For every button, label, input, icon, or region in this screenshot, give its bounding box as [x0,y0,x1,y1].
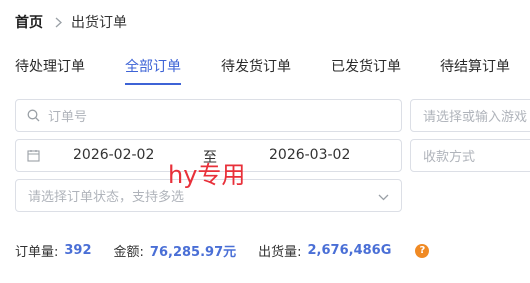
calendar-icon [27,149,40,166]
breadcrumb: 首页 出货订单 [15,12,127,32]
order-number-search-input[interactable]: 订单号 [15,99,402,132]
tab-all[interactable]: 全部订单 [125,56,181,76]
order-count-value: 392 [64,243,92,258]
watermark-text: hy专用 [168,161,246,189]
help-icon[interactable]: ? [415,243,430,258]
chevron-down-icon [378,190,389,205]
payment-method-placeholder: 收款方式 [423,150,476,165]
order-number-placeholder: 订单号 [48,110,88,125]
breadcrumb-home[interactable]: 首页 [15,12,43,32]
tab-to-ship[interactable]: 待发货订单 [221,56,291,76]
order-stats: 订单量: 392 金额: 76,285.97元 出货量: 2,676,486G … [15,241,430,260]
tab-shipped[interactable]: 已发货订单 [331,56,401,76]
shipped-label: 出货量: [258,245,302,260]
amount-value: 76,285.97元 [149,245,237,260]
chevron-right-icon [55,17,62,28]
order-count-label: 订单量: [15,245,59,260]
tab-to-settle[interactable]: 待结算订单 [440,56,510,76]
shipped-value: 2,676,486G [307,243,392,258]
active-tab-indicator [125,83,181,85]
tab-pending[interactable]: 待处理订单 [15,56,85,76]
date-end-input[interactable]: 2026-03-02 [269,147,350,163]
search-icon [27,109,40,122]
game-select[interactable]: 请选择或输入游戏 [410,99,530,132]
payment-method-select[interactable]: 收款方式 [410,139,530,172]
date-start-input[interactable]: 2026-02-02 [73,147,154,163]
breadcrumb-current: 出货订单 [71,15,127,31]
amount-label: 金额: [113,245,144,260]
order-status-placeholder: 请选择订单状态，支持多选 [28,190,185,205]
order-tabs: 待处理订单 全部订单 待发货订单 已发货订单 待结算订单 [0,48,530,85]
game-select-placeholder: 请选择或输入游戏 [423,110,528,125]
